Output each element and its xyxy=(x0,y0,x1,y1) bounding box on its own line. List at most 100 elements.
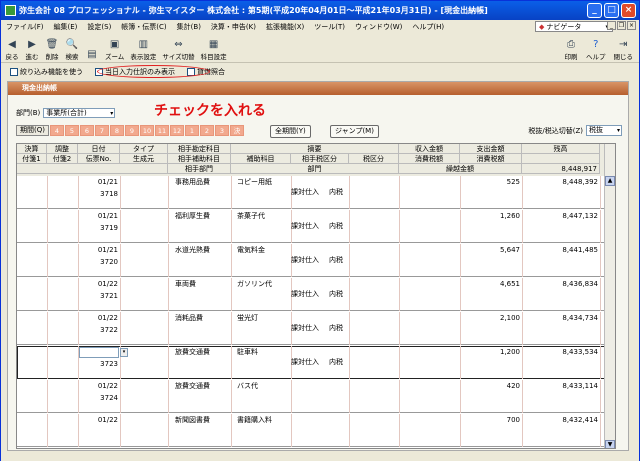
description-cell[interactable]: 茶菓子代 xyxy=(237,212,265,221)
table-row[interactable]: 01/22 3722 消耗品費 蛍光灯 課対仕入 内税 2,100 8,434,734 xyxy=(17,312,615,345)
counter-account-cell[interactable]: 福利厚生費 xyxy=(175,212,210,221)
counter-account-cell[interactable]: 水道光熱費 xyxy=(175,246,210,255)
print-button[interactable]: ⎙ 印刷 xyxy=(564,38,578,62)
table-row[interactable]: 01/22 3723 旅費交通費 駐車料 課対仕入 内税 1,200 8,433,534 ▾ xyxy=(17,346,615,379)
month-tab-8[interactable]: 8 xyxy=(109,125,124,136)
month-tab-3[interactable]: 3 xyxy=(214,125,229,136)
description-cell[interactable]: 書籍購入料 xyxy=(237,416,272,425)
tax-class-cell[interactable]: 課対仕入 xyxy=(291,256,319,265)
month-tab-9[interactable]: 9 xyxy=(124,125,139,136)
back-button[interactable]: ◀ 戻る xyxy=(5,38,19,62)
expense-cell[interactable]: 420 xyxy=(460,382,520,391)
expense-cell[interactable]: 5,647 xyxy=(460,246,520,255)
menu-totals[interactable]: 集計(B) xyxy=(177,22,201,32)
tax-class-cell[interactable]: 課対仕入 xyxy=(291,358,319,367)
navigator-dropdown[interactable]: ◆ ナビゲータ ▾ xyxy=(535,21,613,32)
month-tab-11[interactable]: 11 xyxy=(154,125,169,136)
month-tab-4[interactable]: 4 xyxy=(49,125,64,136)
balance-cell[interactable]: 8,433,534 xyxy=(522,348,598,357)
month-tab-closing[interactable]: 決 xyxy=(229,125,244,136)
tax-class-cell[interactable]: 課対仕入 xyxy=(291,222,319,231)
description-cell[interactable]: 蛍光灯 xyxy=(237,314,258,323)
tax-toggle-select[interactable]: 税抜 xyxy=(586,125,622,136)
balance-cell[interactable]: 8,432,414 xyxy=(522,416,598,425)
forward-button[interactable]: ▶ 進む xyxy=(25,38,39,62)
month-tab-10[interactable]: 10 xyxy=(139,125,154,136)
counter-account-cell[interactable]: 旅費交通費 xyxy=(175,382,210,391)
balance-cell[interactable]: 8,447,132 xyxy=(522,212,598,221)
date-cell[interactable]: 01/22 xyxy=(80,382,118,391)
counter-account-cell[interactable]: 事務用品費 xyxy=(175,178,210,187)
menu-help[interactable]: ヘルプ(H) xyxy=(412,22,444,32)
description-cell[interactable]: 電気料金 xyxy=(237,246,265,255)
tax-class-cell[interactable]: 課対仕入 xyxy=(291,290,319,299)
expense-cell[interactable]: 1,260 xyxy=(460,212,520,221)
description-cell[interactable]: バス代 xyxy=(237,382,258,391)
balance-cell[interactable]: 8,434,734 xyxy=(522,314,598,323)
menu-file[interactable]: ファイル(F) xyxy=(6,22,44,32)
minimize-button[interactable]: _ xyxy=(587,3,602,18)
tax-type-cell[interactable]: 内税 xyxy=(329,324,343,333)
expense-cell[interactable]: 700 xyxy=(460,416,520,425)
maximize-button[interactable]: □ xyxy=(604,3,619,18)
close-book-button[interactable]: ⇥ 閉じる xyxy=(614,38,634,62)
mdi-restore-button[interactable]: ❐ xyxy=(617,21,626,30)
month-tab-2[interactable]: 2 xyxy=(199,125,214,136)
description-cell[interactable]: 駐車料 xyxy=(237,348,258,357)
balance-cell[interactable]: 8,448,392 xyxy=(522,178,598,187)
date-cell[interactable]: 01/22 xyxy=(80,280,118,289)
size-toggle-button[interactable]: ⇔ サイズ切替 xyxy=(162,38,194,62)
close-button[interactable]: × xyxy=(621,3,636,18)
slip-no-cell[interactable]: 3718 xyxy=(80,190,118,199)
date-cell[interactable]: 01/21 xyxy=(80,212,118,221)
table-row[interactable]: 01/22 3724 旅費交通費 バス代 420 8,433,114 xyxy=(17,380,615,413)
dept-select[interactable]: 事業所(合計) xyxy=(43,108,116,118)
mdi-close-button[interactable]: × xyxy=(627,21,636,30)
table-row[interactable]: 01/21 3719 福利厚生費 茶菓子代 課対仕入 内税 1,260 8,447,132 xyxy=(17,210,615,243)
expense-cell[interactable]: 1,200 xyxy=(460,348,520,357)
balance-cell[interactable]: 8,433,114 xyxy=(522,382,598,391)
month-tab-1[interactable]: 1 xyxy=(184,125,199,136)
search-button[interactable]: 🔍 検索 xyxy=(65,38,79,62)
slip-no-cell[interactable]: 3720 xyxy=(80,258,118,267)
scroll-down-icon[interactable]: ▼ xyxy=(605,440,615,448)
menu-window[interactable]: ウィンドウ(W) xyxy=(355,22,402,32)
date-cell[interactable]: 01/22 xyxy=(80,314,118,323)
help-button[interactable]: ? ヘルプ xyxy=(586,38,606,62)
date-cell[interactable]: 01/22 xyxy=(79,347,119,358)
menu-closing[interactable]: 決算・申告(K) xyxy=(211,22,256,32)
expense-cell[interactable]: 525 xyxy=(460,178,520,187)
description-cell[interactable]: ガソリン代 xyxy=(237,280,272,289)
slip-no-cell[interactable]: 3721 xyxy=(80,292,118,301)
account-settings-button[interactable]: ▦ 科目設定 xyxy=(201,38,227,62)
balance-cell[interactable]: 8,436,834 xyxy=(522,280,598,289)
scroll-up-icon[interactable]: ▲ xyxy=(605,176,615,186)
vertical-scrollbar[interactable]: ▲ ▼ xyxy=(604,144,615,448)
month-tab-7[interactable]: 7 xyxy=(94,125,109,136)
tax-type-cell[interactable]: 内税 xyxy=(329,290,343,299)
month-tab-5[interactable]: 5 xyxy=(64,125,79,136)
expense-cell[interactable]: 4,651 xyxy=(460,280,520,289)
slip-no-cell[interactable]: 3723 xyxy=(80,360,118,369)
counter-account-cell[interactable]: 消耗品費 xyxy=(175,314,203,323)
table-row[interactable]: 01/21 3720 水道光熱費 電気料金 課対仕入 内税 5,647 8,441,485 xyxy=(17,244,615,277)
date-cell[interactable]: 01/22 xyxy=(80,416,118,425)
slip-no-cell[interactable]: 3724 xyxy=(80,394,118,403)
month-tab-6[interactable]: 6 xyxy=(79,125,94,136)
tax-class-cell[interactable]: 課対仕入 xyxy=(291,324,319,333)
table-row[interactable]: 01/21 3718 事務用品費 コピー用紙 課対仕入 内税 525 8,448,392 xyxy=(17,176,615,209)
date-cell[interactable]: 01/21 xyxy=(80,178,118,187)
month-tab-12[interactable]: 12 xyxy=(169,125,184,136)
tax-type-cell[interactable]: 内税 xyxy=(329,256,343,265)
menu-books[interactable]: 帳簿・伝票(C) xyxy=(121,22,166,32)
balance-cell[interactable]: 8,441,485 xyxy=(522,246,598,255)
menu-edit[interactable]: 編集(E) xyxy=(54,22,78,32)
counter-account-cell[interactable]: 新聞図書費 xyxy=(175,416,210,425)
menu-tools[interactable]: ツール(T) xyxy=(314,22,345,32)
table-row[interactable]: 01/22 3721 車両費 ガソリン代 課対仕入 内税 4,651 8,436,834 xyxy=(17,278,615,311)
tax-type-cell[interactable]: 内税 xyxy=(329,188,343,197)
tax-type-cell[interactable]: 内税 xyxy=(329,358,343,367)
chevron-down-icon[interactable]: ▾ xyxy=(120,348,128,357)
expense-cell[interactable]: 2,100 xyxy=(460,314,520,323)
jump-button[interactable]: ジャンプ(M) xyxy=(330,125,379,138)
